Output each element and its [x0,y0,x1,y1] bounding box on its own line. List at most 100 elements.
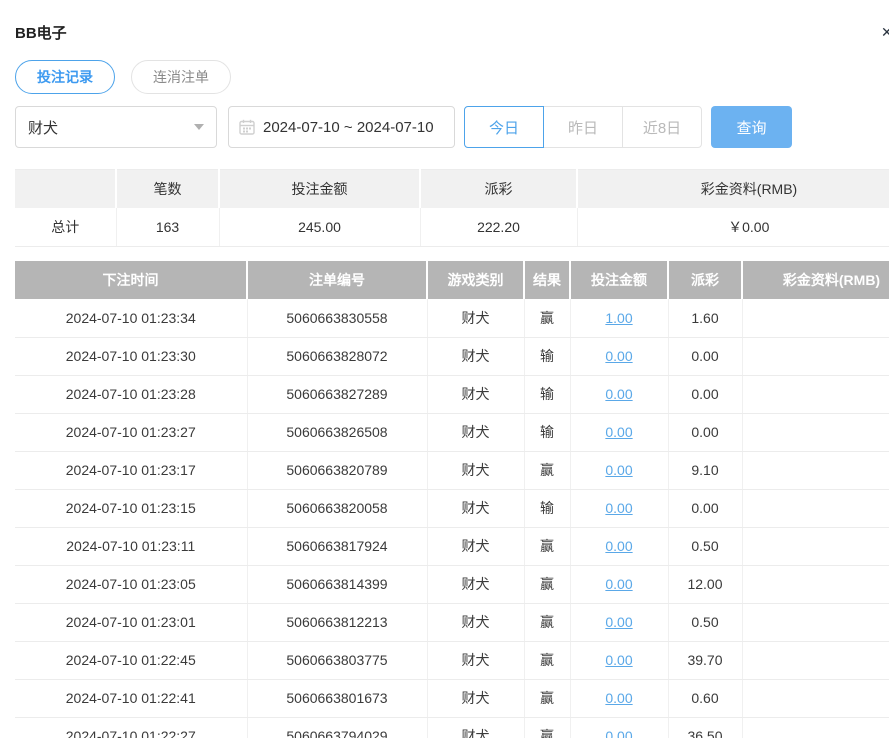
cell-bonus [742,717,889,738]
today-button[interactable]: 今日 [464,106,544,148]
cell-order-no: 5060663826508 [247,413,427,451]
cell-bonus [742,641,889,679]
cell-result: 输 [524,375,570,413]
tab-bar: 投注记录 连消注单 [15,60,889,94]
yesterday-button[interactable]: 昨日 [543,106,623,148]
cell-bonus [742,413,889,451]
bet-amount-link[interactable]: 0.00 [605,576,632,592]
header-game-type: 游戏类别 [427,261,524,299]
table-row: 2024-07-10 01:23:345060663830558财犬赢1.001… [15,299,889,337]
cell-time: 2024-07-10 01:23:17 [15,451,247,489]
calendar-icon [239,119,255,135]
cell-game: 财犬 [427,641,524,679]
summary-header-payout: 派彩 [420,170,577,208]
cell-result: 赢 [524,299,570,337]
table-row: 2024-07-10 01:23:055060663814399财犬赢0.001… [15,565,889,603]
cell-result: 赢 [524,717,570,738]
header-bet-amount: 投注金额 [570,261,668,299]
summary-header-count: 笔数 [116,170,219,208]
cell-bonus [742,527,889,565]
last-8-days-button[interactable]: 近8日 [622,106,702,148]
cell-payout: 9.10 [668,451,742,489]
cell-order-no: 5060663820058 [247,489,427,527]
bet-amount-link[interactable]: 0.00 [605,424,632,440]
bets-table-body: 2024-07-10 01:23:345060663830558财犬赢1.001… [15,299,889,738]
cell-payout: 0.00 [668,375,742,413]
cell-payout: 12.00 [668,565,742,603]
summary-total-row: 总计 163 245.00 222.20 ￥0.00 [15,208,889,247]
cell-time: 2024-07-10 01:23:34 [15,299,247,337]
cell-bonus [742,451,889,489]
chevron-down-icon [194,124,204,130]
date-range-input[interactable]: 2024-07-10 ~ 2024-07-10 [228,106,455,148]
cell-time: 2024-07-10 01:23:11 [15,527,247,565]
bet-amount-link[interactable]: 1.00 [605,310,632,326]
game-select[interactable]: 财犬 [15,106,217,148]
cell-payout: 39.70 [668,641,742,679]
cell-time: 2024-07-10 01:22:45 [15,641,247,679]
cell-game: 财犬 [427,375,524,413]
summary-header-row: 笔数 投注金额 派彩 彩金资料(RMB) [15,170,889,208]
search-button[interactable]: 查询 [711,106,792,148]
bet-amount-link[interactable]: 0.00 [605,462,632,478]
cell-bet: 0.00 [570,717,668,738]
cell-game: 财犬 [427,603,524,641]
tab-cancelled-orders[interactable]: 连消注单 [131,60,231,94]
cell-result: 赢 [524,641,570,679]
bet-amount-link[interactable]: 0.00 [605,386,632,402]
cell-payout: 0.50 [668,527,742,565]
summary-total-payout: 222.20 [420,208,577,247]
table-row: 2024-07-10 01:23:305060663828072财犬输0.000… [15,337,889,375]
cell-time: 2024-07-10 01:22:41 [15,679,247,717]
cell-time: 2024-07-10 01:23:01 [15,603,247,641]
cell-game: 财犬 [427,337,524,375]
cell-payout: 0.00 [668,489,742,527]
bet-amount-link[interactable]: 0.00 [605,500,632,516]
table-row: 2024-07-10 01:23:175060663820789财犬赢0.009… [15,451,889,489]
cell-order-no: 5060663828072 [247,337,427,375]
table-row: 2024-07-10 01:22:455060663803775财犬赢0.003… [15,641,889,679]
close-icon[interactable]: ✕ [881,24,889,41]
date-range-value: 2024-07-10 ~ 2024-07-10 [263,119,434,136]
cell-bonus [742,375,889,413]
header-result: 结果 [524,261,570,299]
header-payout: 派彩 [668,261,742,299]
betting-records-panel: BB电子 ✕ 投注记录 连消注单 财犬 2024-07-10 ~ 2024-07… [0,0,889,738]
cell-game: 财犬 [427,299,524,337]
bet-amount-link[interactable]: 0.00 [605,728,632,738]
cell-time: 2024-07-10 01:22:27 [15,717,247,738]
game-select-value: 财犬 [28,117,58,138]
cell-bet: 0.00 [570,375,668,413]
cell-game: 财犬 [427,565,524,603]
cell-order-no: 5060663801673 [247,679,427,717]
summary-total-bonus: ￥0.00 [577,208,889,247]
bet-amount-link[interactable]: 0.00 [605,652,632,668]
cell-order-no: 5060663814399 [247,565,427,603]
cell-game: 财犬 [427,413,524,451]
cell-bet: 0.00 [570,451,668,489]
table-row: 2024-07-10 01:23:015060663812213财犬赢0.000… [15,603,889,641]
bet-amount-link[interactable]: 0.00 [605,538,632,554]
cell-time: 2024-07-10 01:23:28 [15,375,247,413]
cell-payout: 1.60 [668,299,742,337]
cell-bonus [742,565,889,603]
table-row: 2024-07-10 01:23:115060663817924财犬赢0.000… [15,527,889,565]
summary-total-count: 163 [116,208,219,247]
cell-time: 2024-07-10 01:23:30 [15,337,247,375]
cell-time: 2024-07-10 01:23:27 [15,413,247,451]
bet-amount-link[interactable]: 0.00 [605,348,632,364]
bet-amount-link[interactable]: 0.00 [605,614,632,630]
cell-payout: 0.60 [668,679,742,717]
cell-bonus [742,679,889,717]
cell-game: 财犬 [427,527,524,565]
cell-bet: 0.00 [570,489,668,527]
quick-date-button-group: 今日 昨日 近8日 [464,106,702,148]
cell-result: 赢 [524,679,570,717]
cell-payout: 0.00 [668,413,742,451]
cell-result: 输 [524,489,570,527]
summary-total-bet-amount: 245.00 [219,208,420,247]
cell-result: 赢 [524,451,570,489]
cell-bet: 0.00 [570,413,668,451]
bet-amount-link[interactable]: 0.00 [605,690,632,706]
tab-betting-records[interactable]: 投注记录 [15,60,115,94]
